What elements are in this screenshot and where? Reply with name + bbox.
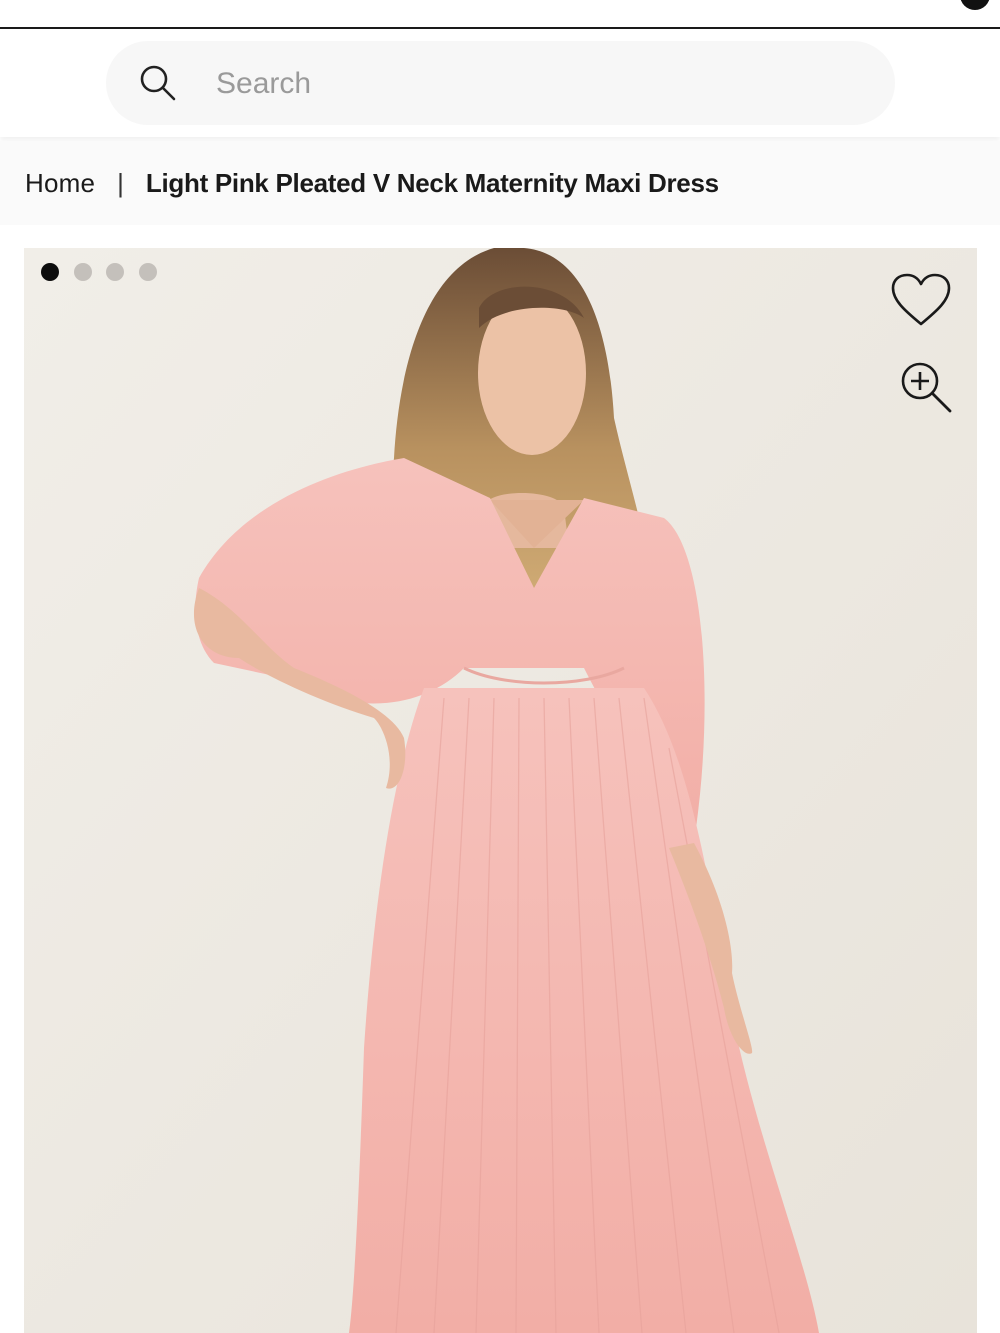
gallery-dot-4[interactable] — [138, 263, 157, 281]
product-photo[interactable] — [24, 248, 977, 1333]
gallery-dot-2[interactable] — [73, 263, 92, 281]
breadcrumb-current-page: Light Pink Pleated V Neck Maternity Maxi… — [145, 167, 719, 198]
product-image-gallery[interactable] — [24, 248, 977, 1333]
breadcrumb: Home | Light Pink Pleated V Neck Materni… — [0, 141, 1000, 225]
search-icon[interactable] — [138, 63, 178, 103]
breadcrumb-home-link[interactable]: Home — [25, 168, 95, 199]
gallery-dot-1[interactable] — [41, 263, 59, 281]
cart-count-badge[interactable] — [960, 0, 990, 10]
search-input[interactable] — [214, 61, 858, 107]
search-section — [0, 29, 1000, 137]
zoom-in-icon[interactable] — [900, 361, 954, 415]
search-box[interactable] — [106, 41, 895, 125]
top-bar — [0, 0, 1000, 29]
breadcrumb-separator: | — [117, 167, 124, 198]
image-pagination-dots — [41, 263, 171, 281]
heart-icon[interactable] — [890, 272, 952, 328]
gallery-dot-3[interactable] — [106, 263, 124, 281]
